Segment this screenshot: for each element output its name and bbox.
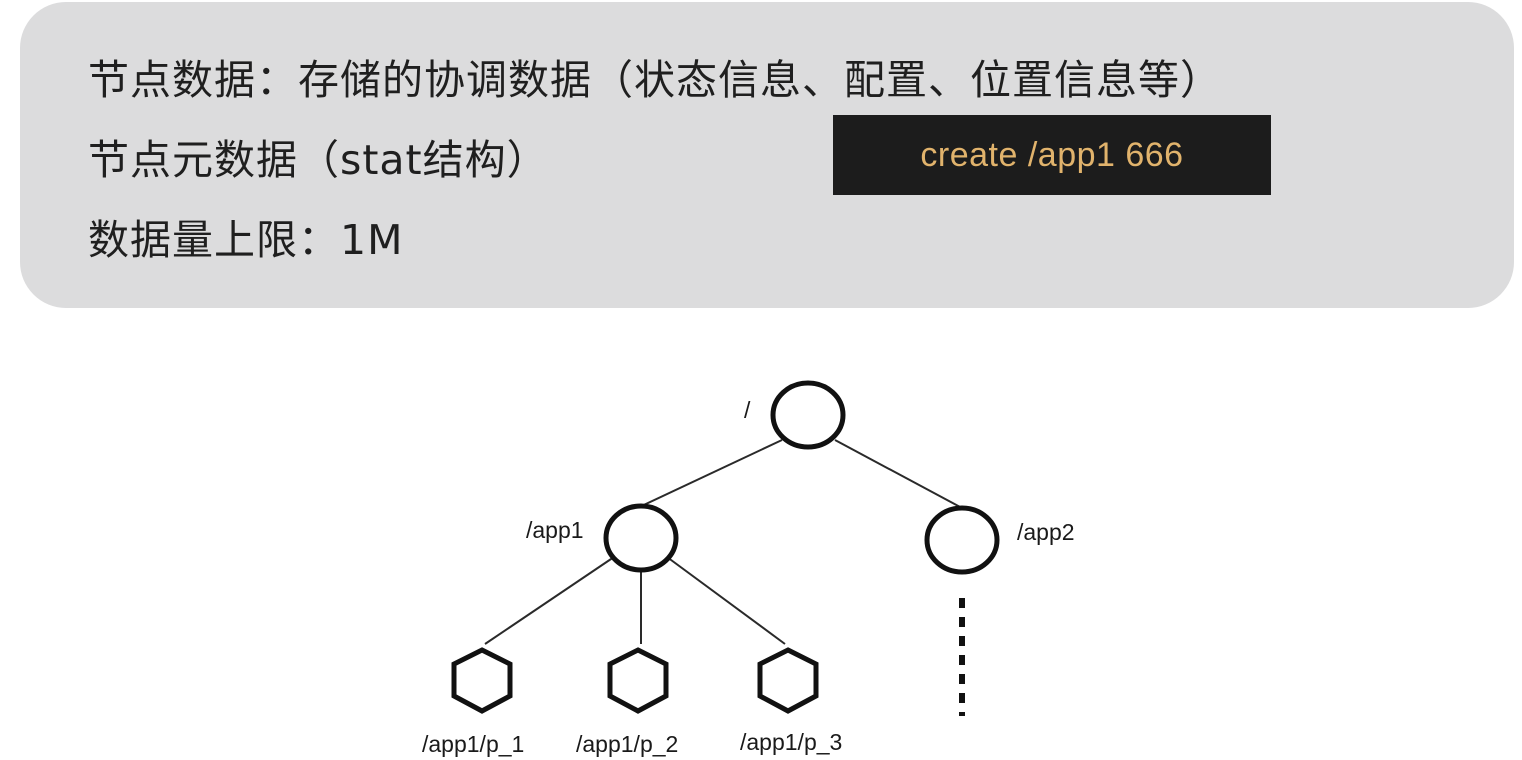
p1-label: /app1/p_1 (422, 731, 524, 757)
p2-label: /app1/p_2 (576, 731, 678, 757)
edge-root-app1 (630, 439, 783, 512)
p3-label: /app1/p_3 (740, 729, 842, 755)
root-node (770, 380, 846, 450)
p3-node (757, 647, 819, 714)
edge-app1-p1 (484, 556, 615, 645)
root-label: / (744, 397, 751, 423)
p1-node (451, 647, 513, 714)
edge-root-app2 (834, 439, 963, 509)
app2-node (924, 505, 1000, 575)
p2-node (607, 647, 669, 714)
edge-app1-p3 (666, 556, 786, 645)
app1-label: /app1 (526, 517, 584, 543)
znode-tree-diagram: / /app1 /app2 /app1/p_1 /app1/p_2 /app1/… (422, 380, 1075, 757)
app1-node (603, 503, 679, 573)
app2-label: /app2 (1017, 519, 1075, 545)
